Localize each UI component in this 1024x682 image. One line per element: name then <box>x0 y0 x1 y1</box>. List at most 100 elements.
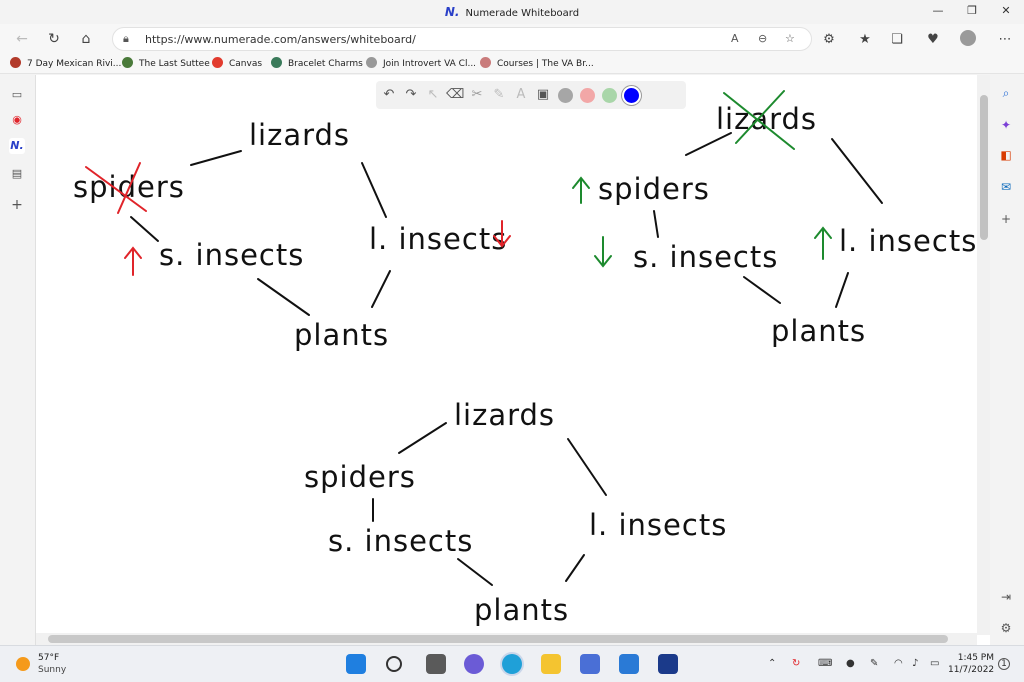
zoom-icon[interactable]: ⊖ <box>758 32 767 45</box>
clock[interactable]: 1:45 PM 11/7/2022 <box>948 652 994 676</box>
bookmark-label: 7 Day Mexican Rivi... <box>27 59 122 69</box>
bookmark-item[interactable]: Canvas <box>212 57 262 69</box>
back-button[interactable]: ← <box>12 30 32 48</box>
node-lizards: lizards <box>716 102 817 136</box>
node-large-insects: l. insects <box>369 222 507 256</box>
settings-gear-icon[interactable]: ⚙ <box>998 620 1014 636</box>
node-small-insects: s. insects <box>633 240 778 274</box>
bookmark-item[interactable]: 7 Day Mexican Rivi... <box>10 57 121 69</box>
bookmark-item[interactable]: The Last Suttee <box>122 57 210 69</box>
bookmark-label: Bracelet Charms <box>288 59 363 69</box>
food-web-2: lizards spiders s. insects l. insects pl… <box>572 90 976 348</box>
microsoft-store-icon[interactable] <box>580 654 600 674</box>
browser-essentials-icon[interactable]: ♥ <box>924 31 942 49</box>
food-web-1: lizards spiders s. insects l. insects pl… <box>73 118 511 352</box>
home-button[interactable]: ⌂ <box>76 30 96 48</box>
add-sidebar-app-icon[interactable]: + <box>998 211 1014 227</box>
bookmark-label: Join Introvert VA Cl... <box>383 59 477 69</box>
microphone-icon[interactable]: ● <box>846 658 855 669</box>
bookmark-item[interactable]: Join Introvert VA Cl... <box>366 57 476 69</box>
restore-button[interactable]: ❐ <box>964 4 980 20</box>
food-web-3-links <box>372 422 607 586</box>
volume-icon[interactable]: ♪ <box>912 658 918 669</box>
numerade-logo: N. <box>444 5 460 19</box>
read-aloud-icon[interactable]: A <box>731 32 739 45</box>
record-icon[interactable]: ◉ <box>9 112 25 128</box>
search-icon[interactable]: ⌕ <box>998 85 1014 101</box>
notification-icon[interactable]: 1 <box>998 658 1010 670</box>
bookmark-label: Canvas <box>229 59 263 69</box>
browser-toolbar: ← ↻ ⌂ 🔒︎ https://www.numerade.com/answer… <box>0 24 1024 54</box>
whiteboard-area[interactable]: ↶ ↷ ↖ ⌫ ✂ ✎ A ▣ lizards spiders s. insec… <box>35 75 991 645</box>
task-view-icon[interactable] <box>426 654 446 674</box>
right-sidebar: ⌕ ✦ ◧ ✉ + ⇥ ⚙ <box>990 75 1024 645</box>
outlook-icon[interactable]: ✉ <box>998 179 1014 195</box>
weather-description[interactable]: Sunny <box>38 665 66 675</box>
whiteboard-app-icon[interactable] <box>658 654 678 674</box>
start-menu-icon[interactable] <box>346 654 366 674</box>
keyboard-icon[interactable]: ⌨ <box>818 658 832 669</box>
taskbar: 57°F Sunny ⌃ ↻ ⌨ ● ✎ ◠ ♪ ▭ 1:45 PM 11/7/… <box>0 645 1024 682</box>
bookmark-label: Courses | The VA Br... <box>497 59 594 69</box>
node-plants: plants <box>771 314 866 348</box>
hide-sidebar-icon[interactable]: ⇥ <box>998 589 1014 605</box>
node-small-insects: s. insects <box>159 238 304 272</box>
favorite-star-icon[interactable]: ☆ <box>785 32 795 45</box>
mail-icon[interactable] <box>619 654 639 674</box>
node-small-insects: s. insects <box>328 524 473 558</box>
left-sidebar: ▭ ◉ N. ▤ + <box>0 75 35 645</box>
add-tab-icon[interactable]: + <box>9 197 25 213</box>
numerade-tab-icon[interactable]: N. <box>9 138 25 154</box>
minimize-button[interactable]: — <box>930 4 946 20</box>
food-web-2-links <box>653 132 883 308</box>
bookmark-favicon-icon <box>480 57 491 68</box>
battery-icon[interactable]: ▭ <box>930 658 939 669</box>
horizontal-scrollbar[interactable] <box>36 633 977 645</box>
whiteboard-canvas[interactable]: lizards spiders s. insects l. insects pl… <box>36 75 976 633</box>
food-web-3: lizards spiders s. insects l. insects pl… <box>304 398 726 627</box>
more-menu-icon[interactable]: ⋯ <box>996 31 1014 49</box>
window-title-text: Numerade Whiteboard <box>465 8 580 19</box>
sync-icon[interactable]: ↻ <box>792 658 800 669</box>
chevron-up-icon[interactable]: ⌃ <box>768 658 776 669</box>
lock-icon[interactable]: 🔒︎ <box>123 32 129 46</box>
vertical-scrollbar[interactable] <box>977 75 991 635</box>
file-explorer-icon[interactable] <box>541 654 561 674</box>
profile-avatar[interactable] <box>960 30 976 46</box>
refresh-button[interactable]: ↻ <box>44 30 64 48</box>
node-plants: plants <box>474 593 569 627</box>
url-text[interactable]: https://www.numerade.com/answers/whitebo… <box>145 33 416 46</box>
page-icon[interactable]: ▤ <box>9 166 25 182</box>
weather-temperature[interactable]: 57°F <box>38 653 59 663</box>
sparkle-icon[interactable]: ✦ <box>998 117 1014 133</box>
bookmark-favicon-icon <box>122 57 133 68</box>
teams-chat-icon[interactable] <box>464 654 484 674</box>
node-spiders: spiders <box>598 172 710 206</box>
title-bar: N. Numerade Whiteboard — ❐ ✕ <box>0 0 1024 24</box>
collections-icon[interactable]: ❏ <box>888 31 906 49</box>
bookmark-favicon-icon <box>212 57 223 68</box>
node-large-insects: l. insects <box>839 224 976 258</box>
extensions-icon[interactable]: ⚙ <box>820 31 838 49</box>
bookmark-favicon-icon <box>10 57 21 68</box>
address-bar[interactable]: 🔒︎ https://www.numerade.com/answers/whit… <box>112 27 812 51</box>
bookmark-item[interactable]: Bracelet Charms <box>271 57 363 69</box>
bookmark-item[interactable]: Courses | The VA Br... <box>480 57 594 69</box>
clock-date[interactable]: 11/7/2022 <box>948 664 994 676</box>
close-window-button[interactable]: ✕ <box>998 4 1014 20</box>
bookmark-favicon-icon <box>366 57 377 68</box>
wifi-icon[interactable]: ◠ <box>894 658 903 669</box>
sun-icon[interactable] <box>16 657 30 671</box>
favorites-icon[interactable]: ★ <box>856 31 874 49</box>
vertical-scroll-thumb[interactable] <box>980 95 988 240</box>
window-title: N. Numerade Whiteboard <box>0 5 1024 19</box>
node-lizards: lizards <box>454 398 555 432</box>
clock-time[interactable]: 1:45 PM <box>948 652 994 664</box>
pen-icon[interactable]: ✎ <box>870 658 878 669</box>
horizontal-scroll-thumb[interactable] <box>48 635 948 643</box>
office-icon[interactable]: ◧ <box>998 147 1014 163</box>
tab-actions-icon[interactable]: ▭ <box>9 87 25 103</box>
node-plants: plants <box>294 318 389 352</box>
edge-browser-icon[interactable] <box>502 654 522 674</box>
search-taskbar-icon[interactable] <box>386 656 402 672</box>
